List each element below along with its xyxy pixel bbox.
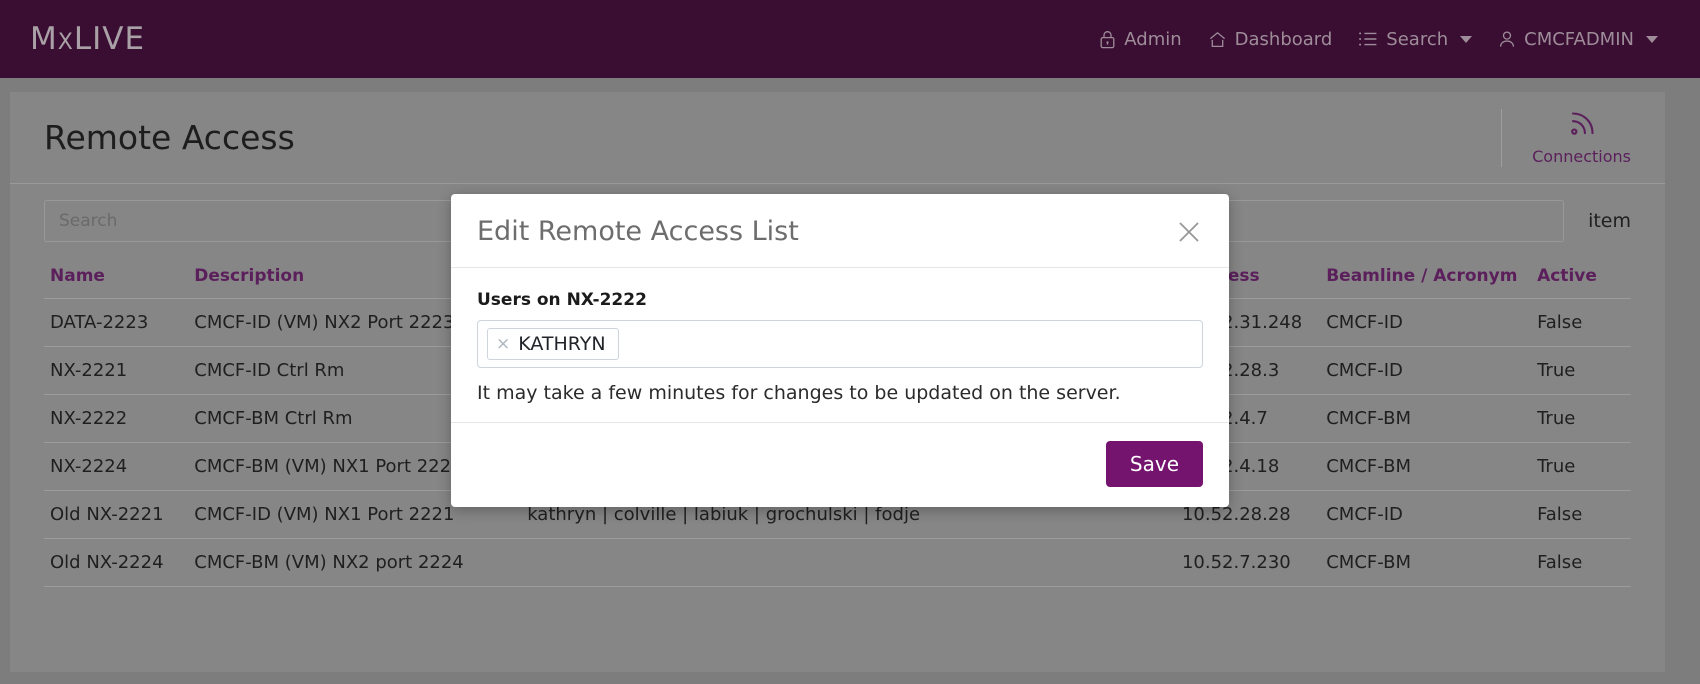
navbar: MxLIVE Admin Dashboard Search CMCFADMIN <box>0 0 1700 78</box>
cell-beamline: CMCF-BM <box>1320 442 1532 491</box>
cell-beamline: CMCF-BM <box>1320 394 1532 443</box>
modal-title: Edit Remote Access List <box>477 216 799 247</box>
nav-item-admin[interactable]: Admin <box>1099 28 1182 50</box>
connections-button[interactable]: Connections <box>1532 109 1631 166</box>
save-button[interactable]: Save <box>1105 441 1203 487</box>
page-title: Remote Access <box>44 118 295 157</box>
modal-footer: Save <box>451 422 1229 507</box>
remove-tag-icon[interactable]: × <box>496 335 510 353</box>
list-icon <box>1358 31 1378 47</box>
modal-help-text: It may take a few minutes for changes to… <box>477 382 1121 404</box>
cell-name[interactable]: Old NX-2221 <box>44 490 189 539</box>
users-tag-input[interactable]: × KATHRYN <box>477 320 1203 368</box>
column-header-name[interactable]: Name <box>44 258 189 299</box>
nav-item-account-label: CMCFADMIN <box>1524 28 1634 50</box>
brand-logo[interactable]: MxLIVE <box>30 21 145 57</box>
edit-remote-access-modal: Edit Remote Access List Users on NX-2222… <box>451 194 1229 507</box>
divider <box>1501 108 1503 167</box>
cell-name[interactable]: NX-2222 <box>44 394 189 443</box>
card-header: Remote Access Connections <box>10 92 1665 184</box>
nav-item-admin-label: Admin <box>1124 28 1182 50</box>
cell-users <box>521 538 1176 587</box>
home-icon <box>1208 30 1227 49</box>
header-tools: Connections <box>1501 92 1631 183</box>
modal-backdrop[interactable]: Remote Access Connections Search item Na… <box>0 78 1700 684</box>
cell-active: False <box>1531 538 1631 587</box>
cell-name[interactable]: NX-2221 <box>44 346 189 395</box>
lock-icon <box>1099 30 1116 49</box>
cell-beamline: CMCF-ID <box>1320 490 1532 539</box>
nav-item-account[interactable]: CMCFADMIN <box>1498 29 1658 50</box>
cell-name[interactable]: Old NX-2224 <box>44 538 189 587</box>
column-header-active[interactable]: Active <box>1531 258 1631 299</box>
chevron-down-icon <box>1646 35 1658 43</box>
modal-header: Edit Remote Access List <box>451 194 1229 268</box>
rss-signal-icon <box>1565 109 1599 143</box>
user-tag[interactable]: × KATHRYN <box>487 328 619 360</box>
item-count-label: item <box>1588 210 1631 232</box>
cell-name[interactable]: NX-2224 <box>44 442 189 491</box>
user-tag-label: KATHRYN <box>518 333 606 355</box>
cell-active: False <box>1531 298 1631 347</box>
user-icon <box>1498 30 1516 49</box>
users-field-label: Users on NX-2222 <box>477 290 647 310</box>
cell-active: True <box>1531 346 1631 395</box>
column-header-beamline[interactable]: Beamline / Acronym <box>1320 258 1532 299</box>
nav-item-search-label: Search <box>1386 28 1449 50</box>
cell-name[interactable]: DATA-2223 <box>44 298 189 347</box>
table-row: Old NX-2224 CMCF-BM (VM) NX2 port 2224 10.… <box>44 538 1631 587</box>
navbar-links: Admin Dashboard Search CMCFADMIN <box>1099 29 1670 50</box>
cell-beamline: CMCF-ID <box>1320 298 1532 347</box>
app-root: MxLIVE Admin Dashboard Search CMCFADMIN … <box>0 0 1700 684</box>
nav-item-search[interactable]: Search <box>1358 28 1473 50</box>
cell-description: CMCF-BM (VM) NX2 port 2224 <box>188 538 522 587</box>
cell-address: 10.52.7.230 <box>1175 538 1321 587</box>
modal-body: Users on NX-2222 × KATHRYN It may take a… <box>451 268 1229 422</box>
chevron-down-icon <box>1460 35 1473 43</box>
cell-beamline: CMCF-ID <box>1320 346 1532 395</box>
close-icon[interactable] <box>1175 218 1203 246</box>
nav-item-dashboard[interactable]: Dashboard <box>1208 28 1333 50</box>
cell-active: True <box>1531 442 1631 491</box>
cell-active: False <box>1531 490 1631 539</box>
connections-label: Connections <box>1532 147 1631 166</box>
nav-item-dashboard-label: Dashboard <box>1234 28 1333 50</box>
cell-active: True <box>1531 394 1631 443</box>
cell-beamline: CMCF-BM <box>1320 538 1532 587</box>
